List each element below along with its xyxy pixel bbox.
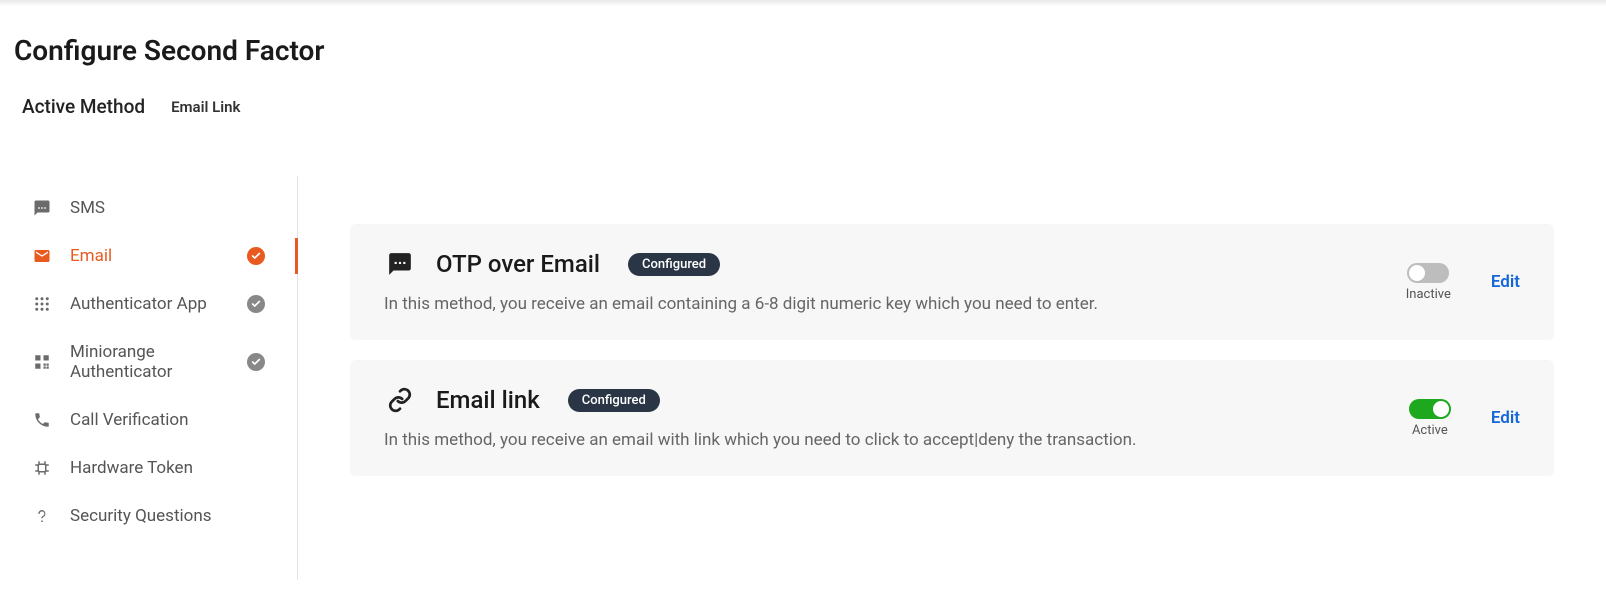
- method-description: In this method, you receive an email con…: [384, 294, 1376, 314]
- sidebar-item-label: Authenticator App: [70, 294, 229, 314]
- check-icon: [247, 353, 265, 371]
- active-method-label: Active Method: [22, 95, 145, 118]
- header: Configure Second Factor Active Method Em…: [0, 6, 1606, 128]
- method-main: OTP over Email Configured In this method, …: [384, 250, 1376, 314]
- method-card-email-link: Email link Configured In this method, you …: [350, 360, 1554, 476]
- sidebar-item-label: Email: [70, 246, 229, 266]
- question-icon: [32, 506, 52, 526]
- method-title: Email link: [436, 386, 540, 414]
- sidebar-item-email[interactable]: Email: [0, 232, 297, 280]
- email-icon: [32, 246, 52, 266]
- sidebar-item-label: Call Verification: [70, 410, 279, 430]
- method-title-row: OTP over Email Configured: [384, 250, 1376, 278]
- configured-badge: Configured: [568, 389, 660, 412]
- token-icon: [32, 458, 52, 478]
- status-toggle[interactable]: [1407, 263, 1449, 283]
- sidebar-item-call-verification[interactable]: Call Verification: [0, 396, 297, 444]
- sms-icon: [32, 198, 52, 218]
- edit-button[interactable]: Edit: [1491, 272, 1520, 292]
- sidebar-item-label: Security Questions: [70, 506, 279, 526]
- phone-icon: [32, 410, 52, 430]
- sidebar-item-label: SMS: [70, 198, 279, 218]
- method-main: Email link Configured In this method, you …: [384, 386, 1379, 450]
- content: OTP over Email Configured In this method, …: [298, 176, 1606, 580]
- edit-button[interactable]: Edit: [1491, 408, 1520, 428]
- chat-icon: [384, 250, 416, 278]
- sidebar-item-miniorange-authenticator[interactable]: Miniorange Authenticator: [0, 328, 297, 396]
- check-icon: [247, 295, 265, 313]
- sidebar-item-label: Miniorange Authenticator: [70, 342, 229, 382]
- page-title: Configure Second Factor: [14, 34, 1592, 67]
- sidebar-item-sms[interactable]: SMS: [0, 184, 297, 232]
- toggle-block: Active: [1409, 399, 1451, 438]
- toggle-knob: [1433, 401, 1449, 417]
- method-card-otp-over-email: OTP over Email Configured In this method, …: [350, 224, 1554, 340]
- configured-badge: Configured: [628, 253, 720, 276]
- status-toggle[interactable]: [1409, 399, 1451, 419]
- toggle-block: Inactive: [1406, 263, 1451, 302]
- method-title-row: Email link Configured: [384, 386, 1379, 414]
- sidebar-item-label: Hardware Token: [70, 458, 279, 478]
- active-method-row: Active Method Email Link: [14, 95, 1592, 118]
- method-description: In this method, you receive an email wit…: [384, 430, 1379, 450]
- link-icon: [384, 386, 416, 414]
- sidebar: SMS Email Authenticator App Miniorange Auth…: [0, 176, 298, 580]
- toggle-knob: [1409, 265, 1425, 281]
- grid-icon: [32, 294, 52, 314]
- check-icon: [247, 247, 265, 265]
- qr-icon: [32, 352, 52, 372]
- toggle-label: Inactive: [1406, 287, 1451, 302]
- sidebar-item-hardware-token[interactable]: Hardware Token: [0, 444, 297, 492]
- sidebar-item-authenticator-app[interactable]: Authenticator App: [0, 280, 297, 328]
- active-method-value: Email Link: [171, 98, 240, 116]
- method-title: OTP over Email: [436, 250, 600, 278]
- toggle-label: Active: [1412, 423, 1448, 438]
- sidebar-item-security-questions[interactable]: Security Questions: [0, 492, 297, 540]
